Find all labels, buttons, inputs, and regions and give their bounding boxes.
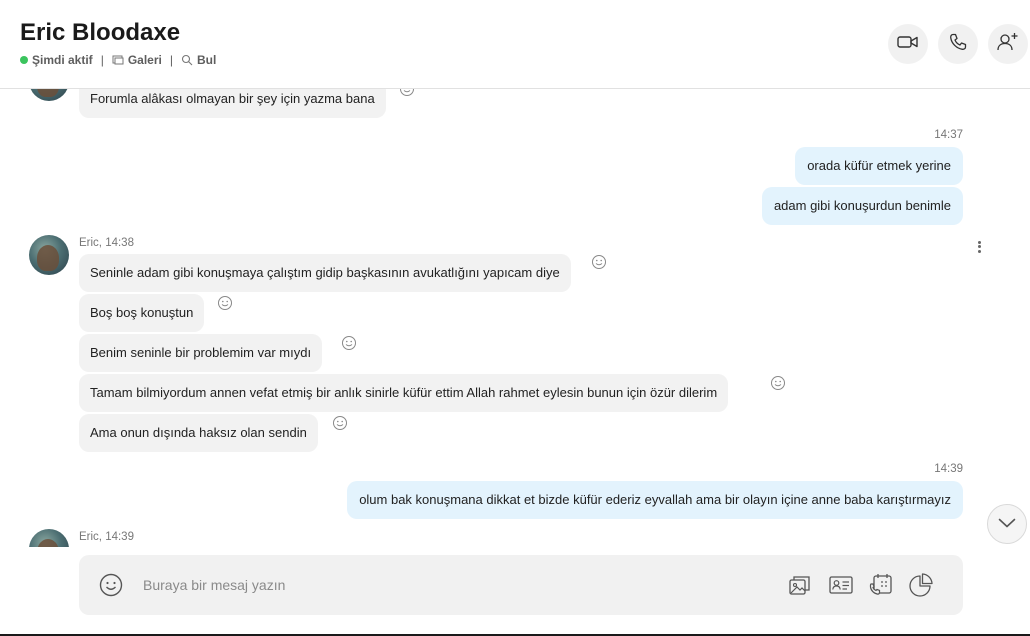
message-bubble-incoming[interactable]: Tamam bilmiyordum annen vefat etmiş bir … xyxy=(79,374,729,412)
message-bubble-incoming[interactable]: Benim seninle bir problemim var mıydı xyxy=(79,334,323,372)
chat-window: Eric Bloodaxe Şimdi aktif | Galeri | Bul xyxy=(0,0,1030,636)
message-input[interactable] xyxy=(143,571,703,599)
message-bubble-incoming[interactable]: Boş boş konuştun xyxy=(79,294,205,332)
message-timestamp: 14:37 xyxy=(934,129,963,141)
avatar[interactable] xyxy=(29,89,69,101)
separator: | xyxy=(169,53,173,67)
gallery-label: Galeri xyxy=(127,53,162,67)
add-reaction-icon[interactable] xyxy=(332,415,348,431)
add-people-button[interactable] xyxy=(988,24,1028,64)
add-person-icon xyxy=(997,32,1019,57)
emoji-icon[interactable] xyxy=(99,573,123,597)
gallery-icon xyxy=(112,54,124,66)
message-bubble-incoming[interactable]: Ama onun dışında haksız olan sendin xyxy=(79,414,318,452)
avatar[interactable] xyxy=(29,529,69,547)
message-composer xyxy=(79,555,963,615)
schedule-call-icon[interactable] xyxy=(868,572,894,598)
poll-icon[interactable] xyxy=(908,572,934,598)
sender-meta: Eric, 14:38 xyxy=(79,237,134,249)
more-options-icon[interactable] xyxy=(972,239,986,255)
audio-call-button[interactable] xyxy=(938,24,978,64)
add-reaction-icon[interactable] xyxy=(399,89,415,97)
chevron-down-icon xyxy=(998,515,1016,533)
contact-name[interactable]: Eric Bloodaxe xyxy=(20,19,180,47)
add-reaction-icon[interactable] xyxy=(217,295,233,311)
scroll-to-bottom-button[interactable] xyxy=(987,504,1027,544)
message-bubble-outgoing[interactable]: adam gibi konuşurdun benimle xyxy=(761,187,963,225)
find-label: Bul xyxy=(196,53,217,67)
message-bubble-outgoing[interactable]: olum bak konuşmana dikkat et bizde küfür… xyxy=(347,481,963,519)
contact-card-icon[interactable] xyxy=(828,572,854,598)
add-reaction-icon[interactable] xyxy=(770,375,786,391)
sender-meta: Eric, 14:39 xyxy=(79,531,134,543)
presence-status: Şimdi aktif xyxy=(32,53,93,67)
avatar[interactable] xyxy=(29,235,69,275)
search-icon xyxy=(181,54,193,66)
separator: | xyxy=(100,53,104,67)
phone-icon xyxy=(949,33,967,56)
message-bubble-incoming[interactable]: Seninle adam gibi konuşmaya çalıştım gid… xyxy=(79,254,571,292)
add-reaction-icon[interactable] xyxy=(591,254,607,270)
find-link[interactable]: Bul xyxy=(181,53,216,67)
message-timestamp: 14:39 xyxy=(934,463,963,475)
media-gallery-icon[interactable] xyxy=(788,572,814,598)
video-call-button[interactable] xyxy=(888,24,928,64)
video-camera-icon xyxy=(897,34,919,55)
message-bubble-outgoing[interactable]: orada küfür etmek yerine xyxy=(795,147,963,185)
message-bubble-incoming[interactable]: Forumla alâkası olmayan bir şey için yaz… xyxy=(79,89,386,118)
conversation-header: Eric Bloodaxe Şimdi aktif | Galeri | Bul xyxy=(0,0,1030,89)
message-list[interactable]: Forumla alâkası olmayan bir şey için yaz… xyxy=(0,89,1030,547)
contact-subheader: Şimdi aktif | Galeri | Bul xyxy=(20,53,216,67)
online-status-dot xyxy=(20,56,28,64)
gallery-link[interactable]: Galeri xyxy=(112,53,162,67)
add-reaction-icon[interactable] xyxy=(341,335,357,351)
